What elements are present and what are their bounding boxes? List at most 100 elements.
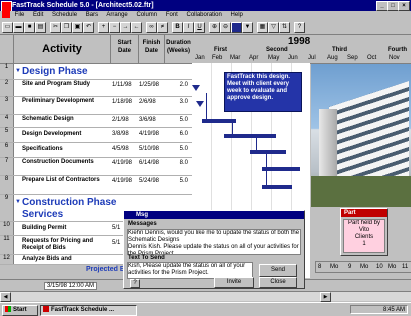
activity-name[interactable]: Preliminary Development bbox=[22, 98, 110, 105]
activity-name[interactable]: Building Permit bbox=[22, 225, 110, 232]
underline-icon[interactable]: U bbox=[194, 22, 205, 33]
calendar-icon[interactable]: ▦ bbox=[257, 22, 268, 33]
finish-date[interactable]: 1/25/98 bbox=[139, 82, 164, 88]
row-number[interactable]: 9 bbox=[0, 195, 14, 221]
gantt-bar[interactable] bbox=[262, 185, 292, 189]
start-date[interactable]: 1/11/98 bbox=[112, 82, 138, 88]
menu-edit[interactable]: Edit bbox=[33, 12, 43, 18]
scroll-right-icon[interactable]: ▶ bbox=[320, 292, 331, 302]
menu-file[interactable]: File bbox=[15, 12, 25, 18]
help-icon[interactable]: ? bbox=[130, 279, 140, 288]
gantt-bar[interactable] bbox=[224, 134, 276, 138]
start-date[interactable]: 2/1/98 bbox=[112, 117, 138, 123]
month-nav-item[interactable]: 9 bbox=[348, 262, 351, 272]
app-menu-icon[interactable] bbox=[2, 11, 10, 18]
row-number[interactable]: 4 bbox=[0, 115, 14, 127]
row-number[interactable]: 3 bbox=[0, 97, 14, 114]
finish-date[interactable]: 5/10/98 bbox=[139, 146, 164, 152]
duration[interactable]: 5.0 bbox=[166, 178, 188, 184]
start-date[interactable]: 1/18/98 bbox=[112, 99, 138, 105]
messages-list[interactable]: Kiehn Dennis, would you like me to updat… bbox=[127, 229, 301, 255]
finish-date[interactable]: 2/6/98 bbox=[139, 99, 164, 105]
messages-dialog[interactable]: Msg Messages Kiehn Dennis, would you lik… bbox=[123, 210, 305, 289]
message-item[interactable]: Dennis Kish. Please update the status on… bbox=[128, 244, 300, 254]
table-row[interactable]: 7 Construction Documents 4/19/98 6/14/98… bbox=[0, 158, 192, 176]
save-icon[interactable]: ■ bbox=[24, 22, 35, 33]
month-navigator[interactable]: 8 Mo 9 Mo 10 Mo 11 bbox=[315, 261, 411, 273]
scroll-left-icon[interactable]: ◀ bbox=[0, 292, 11, 302]
activity-name[interactable]: Design Development bbox=[22, 131, 110, 138]
participant-panel[interactable]: Part Part held by Vito Clients 1 bbox=[340, 208, 388, 256]
paste-icon[interactable]: ▣ bbox=[72, 22, 83, 33]
duration[interactable]: 3.0 bbox=[166, 99, 188, 105]
horizontal-scrollbar[interactable]: ◀ ▶ bbox=[0, 291, 411, 302]
table-row[interactable]: 6 Specifications 4/5/98 5/10/98 5.0 bbox=[0, 143, 192, 158]
gantt-bar[interactable] bbox=[202, 119, 236, 123]
menu-bars[interactable]: Bars bbox=[86, 12, 98, 18]
table-row[interactable]: 4 Schematic Design 2/1/98 3/6/98 5.0 bbox=[0, 115, 192, 128]
row-number[interactable]: 6 bbox=[0, 143, 14, 157]
close-button[interactable]: × bbox=[398, 1, 410, 11]
zoom-in-icon[interactable]: ⊕ bbox=[209, 22, 220, 33]
duration[interactable]: 5.0 bbox=[166, 117, 188, 123]
table-row[interactable]: 8 Prepare List of Contractors 4/19/98 5/… bbox=[0, 176, 192, 195]
activity-name[interactable]: Construction Documents bbox=[22, 159, 110, 166]
menu-font[interactable]: Font bbox=[166, 12, 178, 18]
duration[interactable]: 2.0 bbox=[166, 82, 188, 88]
finish-date-column-header[interactable]: Finish Date bbox=[139, 35, 165, 64]
month-nav-item[interactable]: Mo bbox=[330, 262, 338, 272]
menu-help[interactable]: Help bbox=[231, 12, 243, 18]
bold-icon[interactable]: B bbox=[172, 22, 183, 33]
month-nav-item[interactable]: Mo bbox=[388, 262, 396, 272]
activity-name[interactable]: Requests for Pricing and Receipt of Bids bbox=[22, 238, 110, 252]
month-nav-item[interactable]: Mo bbox=[360, 262, 368, 272]
start-date[interactable]: 4/19/98 bbox=[112, 178, 138, 184]
message-item[interactable]: Kiehn Dennis, would you like me to updat… bbox=[128, 230, 300, 244]
sort-icon[interactable]: ⇅ bbox=[279, 22, 290, 33]
row-number[interactable]: 7 bbox=[0, 158, 14, 175]
row-number[interactable]: 12 bbox=[0, 255, 14, 264]
insert-row-icon[interactable]: + bbox=[98, 22, 109, 33]
menu-arrange[interactable]: Arrange bbox=[106, 12, 127, 18]
menu-schedule[interactable]: Schedule bbox=[52, 12, 77, 18]
month-nav-item[interactable]: 8 bbox=[318, 262, 321, 272]
start-date[interactable]: 4/19/98 bbox=[112, 160, 138, 166]
gantt-bar[interactable] bbox=[262, 167, 300, 171]
finish-date[interactable]: 4/19/98 bbox=[139, 131, 164, 137]
row-number[interactable]: 8 bbox=[0, 176, 14, 194]
copy-icon[interactable]: ❐ bbox=[61, 22, 72, 33]
collapse-triangle-icon[interactable]: ▼ bbox=[15, 68, 21, 74]
outdent-icon[interactable]: ← bbox=[131, 22, 142, 33]
bar-style-icon[interactable] bbox=[231, 22, 242, 33]
link-icon[interactable]: ∞ bbox=[146, 22, 157, 33]
activity-name[interactable]: Schematic Design bbox=[22, 116, 110, 123]
activity-column-header[interactable]: Activity bbox=[14, 35, 111, 64]
activity-name[interactable]: Site and Program Study bbox=[22, 81, 110, 88]
send-button[interactable]: Send bbox=[259, 264, 297, 277]
row-number[interactable]: 2 bbox=[0, 80, 14, 96]
invite-button[interactable]: Invite bbox=[214, 277, 254, 288]
month-nav-item[interactable]: 11 bbox=[402, 262, 408, 272]
gantt-callout-note[interactable]: FastTrack this design. Meet with client … bbox=[224, 72, 302, 112]
gantt-bar[interactable] bbox=[250, 150, 286, 154]
open-folder-icon[interactable]: ▬ bbox=[13, 22, 24, 33]
activity-name[interactable]: Prepare List of Contractors bbox=[22, 177, 110, 184]
table-row[interactable]: 3 Preliminary Development 1/18/98 2/6/98… bbox=[0, 97, 192, 115]
participant-panel-title[interactable]: Part bbox=[341, 209, 387, 217]
duration-column-header[interactable]: Duration (Weeks) bbox=[165, 35, 193, 64]
finish-date[interactable]: 3/6/98 bbox=[139, 117, 164, 123]
finish-date[interactable]: 6/14/98 bbox=[139, 160, 164, 166]
menu-collaboration[interactable]: Collaboration bbox=[187, 12, 222, 18]
messages-dialog-title[interactable]: Msg bbox=[124, 211, 304, 219]
indent-icon[interactable]: → bbox=[120, 22, 131, 33]
start-date[interactable]: 3/8/98 bbox=[112, 131, 138, 137]
table-row[interactable]: 1 ▼ Design Phase bbox=[0, 64, 192, 80]
finish-date[interactable]: 5/24/98 bbox=[139, 178, 164, 184]
start-date[interactable]: 4/5/98 bbox=[112, 146, 138, 152]
milestone-marker[interactable] bbox=[192, 85, 200, 91]
undo-icon[interactable]: ↶ bbox=[83, 22, 94, 33]
row-number[interactable]: 1 bbox=[0, 64, 14, 79]
new-file-icon[interactable]: ▭ bbox=[2, 22, 13, 33]
unlink-icon[interactable]: ≠ bbox=[157, 22, 168, 33]
row-number[interactable]: 11 bbox=[0, 236, 14, 254]
